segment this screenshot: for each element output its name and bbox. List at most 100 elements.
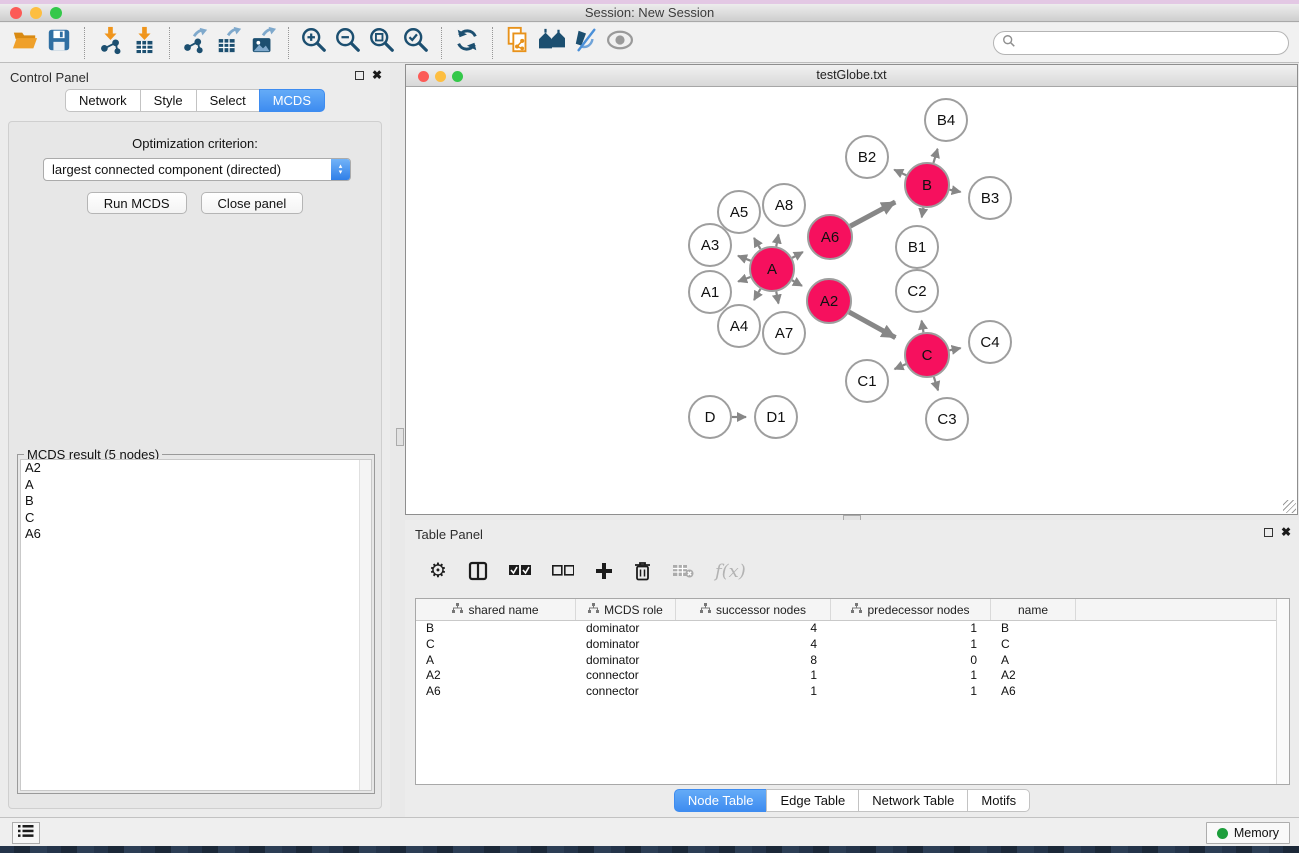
delete-column-icon[interactable] — [634, 561, 651, 581]
zoom-selected-button[interactable] — [399, 26, 433, 60]
graph-node-A5[interactable]: A5 — [718, 191, 760, 233]
graph-edge-A2-C[interactable] — [849, 312, 895, 338]
graph-edge-A6-B[interactable] — [850, 202, 895, 226]
graph-node-B2[interactable]: B2 — [846, 136, 888, 178]
search-input[interactable] — [1016, 36, 1288, 50]
graph-node-B[interactable]: B — [905, 163, 949, 207]
table-cell[interactable]: dominator — [576, 653, 676, 669]
export-image-button[interactable] — [246, 26, 280, 60]
table-cell[interactable]: A6 — [991, 684, 1076, 700]
memory-button[interactable]: Memory — [1206, 822, 1290, 844]
zoom-fit-button[interactable] — [365, 26, 399, 60]
table-cell[interactable]: 8 — [676, 653, 831, 669]
task-history-button[interactable] — [12, 822, 40, 844]
table-cell[interactable]: A6 — [416, 684, 576, 700]
table-cell[interactable]: 1 — [831, 621, 991, 637]
mcds-result-item[interactable]: A2 — [21, 460, 371, 477]
graph-edge-C-C1[interactable] — [895, 364, 906, 369]
run-mcds-button[interactable]: Run MCDS — [87, 192, 187, 214]
add-column-icon[interactable] — [595, 562, 613, 580]
table-cell[interactable]: connector — [576, 668, 676, 684]
save-session-button[interactable] — [42, 26, 76, 60]
mcds-result-item[interactable]: C — [21, 510, 371, 527]
import-table-button[interactable] — [127, 26, 161, 60]
graph-edge-B-B4[interactable] — [933, 149, 937, 163]
graph-edge-A-A5[interactable] — [754, 238, 760, 249]
graph-edge-A-A7[interactable] — [776, 292, 778, 304]
graph-node-A[interactable]: A — [750, 247, 794, 291]
table-cell[interactable]: B — [416, 621, 576, 637]
float-panel-icon[interactable] — [355, 71, 364, 80]
graph-node-A8[interactable]: A8 — [763, 184, 805, 226]
graph-node-C2[interactable]: C2 — [896, 270, 938, 312]
table-cell[interactable]: A2 — [416, 668, 576, 684]
graph-node-B3[interactable]: B3 — [969, 177, 1011, 219]
tab-mcds[interactable]: MCDS — [259, 89, 325, 112]
deselect-all-icon[interactable] — [552, 565, 574, 577]
graph-edge-B-B2[interactable] — [894, 170, 906, 176]
graph-edge-C-C4[interactable] — [950, 348, 961, 350]
graph-node-C4[interactable]: C4 — [969, 321, 1011, 363]
tab-network[interactable]: Network — [65, 89, 141, 112]
close-window-button[interactable] — [10, 7, 22, 19]
open-file-button[interactable] — [8, 26, 42, 60]
zoom-out-button[interactable] — [331, 26, 365, 60]
tab-network-table[interactable]: Network Table — [858, 789, 968, 812]
graph-edge-C-C2[interactable] — [922, 321, 924, 333]
network-graph[interactable]: B4B2BB3A8A5A6A3B1AC2A1A2A4A7C4CC1DD1C3 — [406, 87, 1297, 514]
table-cell[interactable]: A — [991, 653, 1076, 669]
table-row[interactable]: Cdominator41C — [416, 637, 1289, 653]
network-canvas[interactable]: B4B2BB3A8A5A6A3B1AC2A1A2A4A7C4CC1DD1C3 — [406, 87, 1297, 514]
table-cell[interactable]: connector — [576, 684, 676, 700]
graph-node-A1[interactable]: A1 — [689, 271, 731, 313]
table-cell[interactable]: 1 — [831, 637, 991, 653]
close-panel-button[interactable]: Close panel — [201, 192, 304, 214]
table-cell[interactable]: C — [991, 637, 1076, 653]
table-row[interactable]: Adominator80A — [416, 653, 1289, 669]
column-header-predecessor-nodes[interactable]: predecessor nodes — [831, 599, 991, 620]
table-cell[interactable]: A — [416, 653, 576, 669]
float-panel-icon[interactable] — [1264, 528, 1273, 537]
table-cell[interactable]: 4 — [676, 637, 831, 653]
refresh-button[interactable] — [450, 26, 484, 60]
select-all-icon[interactable] — [509, 565, 531, 577]
vertical-splitter-handle[interactable] — [396, 428, 404, 446]
mcds-result-item[interactable]: A6 — [21, 526, 371, 543]
zoom-in-button[interactable] — [297, 26, 331, 60]
tab-select[interactable]: Select — [196, 89, 260, 112]
table-cell[interactable]: B — [991, 621, 1076, 637]
graph-edge-A-A4[interactable] — [754, 289, 760, 300]
graph-node-C3[interactable]: C3 — [926, 398, 968, 440]
graph-node-A7[interactable]: A7 — [763, 312, 805, 354]
tab-motifs[interactable]: Motifs — [967, 789, 1030, 812]
graph-edge-B-B1[interactable] — [922, 208, 924, 218]
graph-node-C[interactable]: C — [905, 333, 949, 377]
graph-node-A6[interactable]: A6 — [808, 215, 852, 259]
annotations-toggle-button[interactable] — [569, 26, 603, 60]
column-header-name[interactable]: name — [991, 599, 1076, 620]
scrollbar-track[interactable] — [359, 460, 371, 790]
graph-node-C1[interactable]: C1 — [846, 360, 888, 402]
eye-button[interactable] — [603, 26, 637, 60]
houses-button[interactable] — [535, 26, 569, 60]
graph-edge-C-C3[interactable] — [934, 377, 938, 390]
table-cell[interactable]: C — [416, 637, 576, 653]
graph-edge-A-A8[interactable] — [776, 234, 778, 246]
graph-node-D1[interactable]: D1 — [755, 396, 797, 438]
delete-table-icon[interactable] — [672, 563, 694, 579]
table-cell[interactable]: 4 — [676, 621, 831, 637]
tab-edge-table[interactable]: Edge Table — [766, 789, 859, 812]
function-builder-icon[interactable]: f(x) — [715, 561, 746, 582]
close-panel-icon[interactable]: ✖ — [372, 70, 382, 80]
column-header-MCDS-role[interactable]: MCDS role — [576, 599, 676, 620]
resize-grip[interactable] — [1283, 500, 1296, 513]
column-header-successor-nodes[interactable]: successor nodes — [676, 599, 831, 620]
graph-node-A2[interactable]: A2 — [807, 279, 851, 323]
graph-edge-A-A1[interactable] — [738, 277, 750, 282]
export-network-button[interactable] — [178, 26, 212, 60]
duplicate-network-button[interactable] — [501, 26, 535, 60]
network-minimize-button[interactable] — [435, 71, 446, 82]
scrollbar-track[interactable] — [1276, 599, 1289, 784]
graph-edge-A-A6[interactable] — [792, 252, 803, 258]
export-table-button[interactable] — [212, 26, 246, 60]
